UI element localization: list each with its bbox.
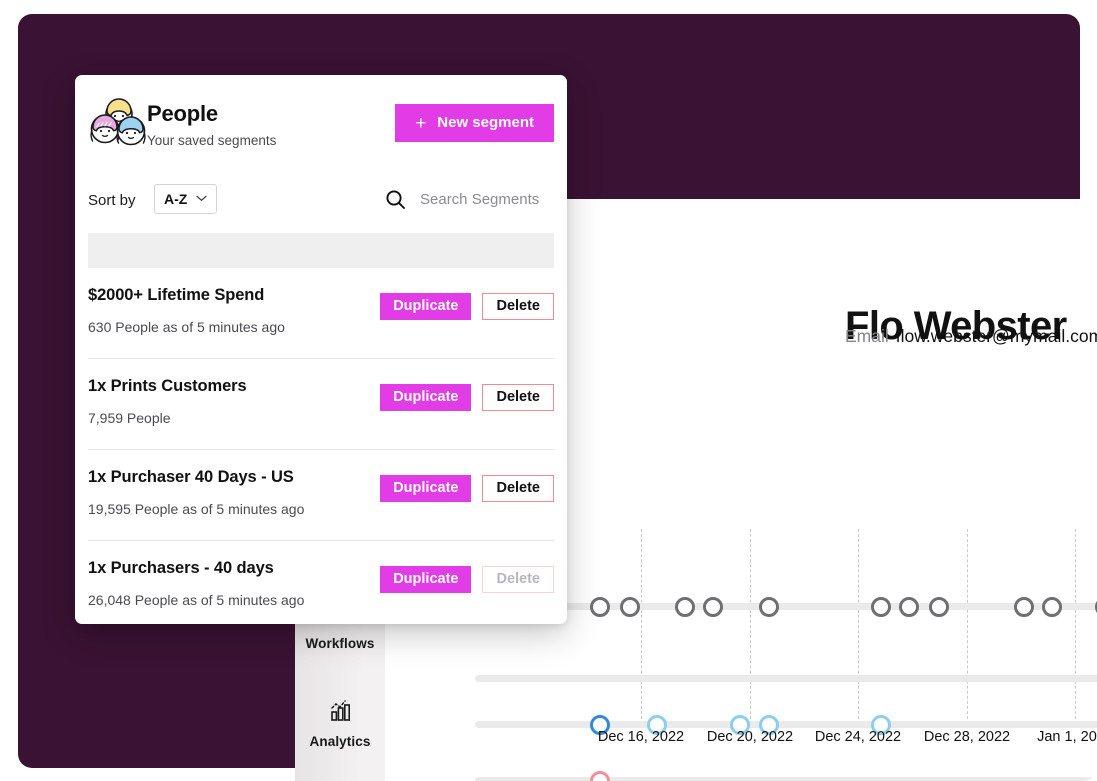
gridline-vertical [641,529,642,719]
segment-row[interactable]: $2000+ Lifetime Spend 630 People as of 5 … [88,268,554,359]
chart-row-track [475,721,1097,728]
sidebar-item-analytics-label: Analytics [309,734,371,749]
chart-row-track [475,675,1097,682]
delete-button[interactable]: Delete [482,475,554,502]
x-axis-tick-label: Jan 1, 2023 [1037,729,1097,745]
chart-data-point[interactable] [590,771,610,781]
delete-button[interactable]: Delete [482,384,554,411]
chart-data-point[interactable] [590,597,610,617]
segment-count: 630 People as of 5 minutes ago [88,319,285,335]
segment-row[interactable]: 1x Prints Customers 7,959 People Duplicate… [88,359,554,450]
chart-data-point[interactable] [899,597,919,617]
segments-list-header-strip [88,233,554,268]
chart-data-point[interactable] [759,597,779,617]
chart-data-point[interactable] [675,597,695,617]
x-axis-tick-label: Dec 20, 2022 [706,729,794,745]
modal-header: People Your saved segments + New segment [75,75,567,171]
chart-row-track [475,603,1097,610]
activity-timeline-chart: 2 Orders Dec 16, 2022Dec 20, 2022Dec 24,… [475,529,1097,781]
segment-name: 1x Prints Customers [88,377,247,395]
sort-by-label: Sort by [88,192,136,209]
chevron-down-icon [196,194,207,205]
chart-data-point[interactable] [620,597,640,617]
segment-count: 26,048 People as of 5 minutes ago [88,592,305,608]
modal-subtitle: Your saved segments [147,133,277,148]
segment-name: 1x Purchasers - 40 days [88,559,274,577]
segment-actions: Duplicate Delete [380,566,554,593]
duplicate-button[interactable]: Duplicate [380,475,472,502]
sort-order-select[interactable]: A-Z [154,184,218,214]
delete-button[interactable]: Delete [482,293,554,320]
duplicate-button[interactable]: Duplicate [380,566,472,593]
sort-order-value: A-Z [164,191,188,207]
gridline-vertical [1075,529,1076,719]
segment-count: 19,595 People as of 5 minutes ago [88,501,305,517]
chart-data-point[interactable] [929,597,949,617]
bar-chart-icon [295,697,385,727]
sidebar-item-workflows-label: Workflows [305,636,375,651]
duplicate-button[interactable]: Duplicate [380,293,472,320]
segment-row[interactable]: 1x Purchaser 40 Days - US 19,595 People a… [88,450,554,541]
x-axis-tick-label: Dec 28, 2022 [923,729,1011,745]
segment-actions: Duplicate Delete [380,293,554,320]
chart-row-track [475,777,1097,781]
segment-count: 7,959 People [88,410,171,426]
segment-actions: Duplicate Delete [380,475,554,502]
chart-data-point[interactable] [1014,597,1034,617]
people-avatar-icon [88,97,150,153]
delete-button[interactable]: Delete [482,566,554,593]
chart-data-point[interactable] [703,597,723,617]
x-axis-tick-label: Dec 16, 2022 [597,729,685,745]
gridline-vertical [967,529,968,719]
plus-icon: + [415,112,427,134]
email-label: Email [845,325,889,346]
people-segments-modal: People Your saved segments + New segment… [75,75,567,624]
segment-row[interactable]: 1x Purchasers - 40 days 26,048 People as … [88,541,554,624]
gridline-vertical [750,529,751,719]
sidebar-item-analytics[interactable]: Analytics [295,697,385,751]
gridline-vertical [858,529,859,719]
new-segment-label: New segment [437,114,534,131]
search-icon[interactable] [385,189,406,215]
contact-meta-row: Email flow.webster@mymail.com Subscribed… [845,323,1097,349]
modal-title: People [147,101,218,126]
chart-data-point[interactable] [1042,597,1062,617]
email-value: flow.webster@mymail.com [895,325,1097,346]
x-axis-tick-label: Dec 24, 2022 [814,729,902,745]
duplicate-button[interactable]: Duplicate [380,384,472,411]
segment-name: $2000+ Lifetime Spend [88,286,265,304]
segments-list: $2000+ Lifetime Spend 630 People as of 5 … [75,268,567,624]
search-input[interactable] [418,185,562,213]
segments-toolbar: Sort by A-Z [75,171,567,233]
segment-name: 1x Purchaser 40 Days - US [88,468,294,486]
chart-data-point[interactable] [871,597,891,617]
segment-actions: Duplicate Delete [380,384,554,411]
new-segment-button[interactable]: + New segment [395,104,554,142]
